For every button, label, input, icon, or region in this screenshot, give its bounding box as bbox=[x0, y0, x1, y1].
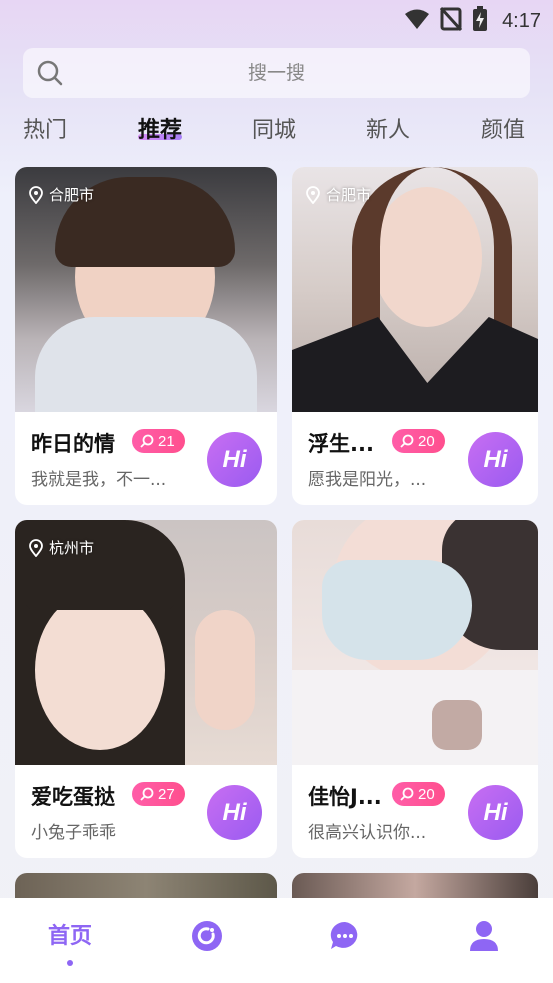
intimacy-badge: 20 bbox=[392, 782, 445, 806]
search-input[interactable] bbox=[126, 62, 427, 84]
user-name: 浮生... bbox=[308, 432, 374, 456]
location-tag: 合肥市 bbox=[306, 184, 371, 205]
nav-moments[interactable] bbox=[167, 920, 247, 956]
say-hi-button[interactable]: Hi bbox=[468, 785, 523, 840]
search-heart-icon bbox=[400, 434, 414, 448]
tab-same-city[interactable]: 同城 bbox=[252, 112, 296, 144]
nav-home[interactable]: 首页 bbox=[30, 918, 110, 966]
location-text: 合肥市 bbox=[326, 186, 372, 204]
user-name: 佳怡J... bbox=[308, 785, 382, 809]
search-icon bbox=[37, 60, 63, 86]
active-indicator bbox=[67, 960, 73, 966]
user-bio: 我就是我，不一... bbox=[31, 470, 167, 490]
intimacy-badge: 27 bbox=[132, 782, 185, 806]
search-heart-icon bbox=[140, 787, 154, 801]
status-time: 4:17 bbox=[502, 9, 541, 32]
badge-count: 21 bbox=[158, 432, 175, 450]
moments-icon bbox=[192, 921, 222, 951]
search-bar[interactable] bbox=[23, 48, 530, 98]
signal-off-icon bbox=[439, 6, 463, 35]
tab-looks[interactable]: 颜值 bbox=[481, 112, 525, 144]
nav-profile[interactable] bbox=[444, 920, 524, 956]
tab-label: 推荐 bbox=[138, 118, 183, 143]
intimacy-badge: 20 bbox=[392, 429, 445, 453]
badge-count: 27 bbox=[158, 785, 175, 803]
tab-newcomers[interactable]: 新人 bbox=[366, 112, 410, 144]
say-hi-button[interactable]: Hi bbox=[468, 432, 523, 487]
wifi-icon bbox=[404, 8, 430, 34]
say-hi-button[interactable]: Hi bbox=[207, 785, 262, 840]
tab-label: 热门 bbox=[23, 118, 68, 143]
location-pin-icon bbox=[29, 185, 43, 204]
user-card[interactable]: 佳怡J... 20 很高兴认识你... Hi bbox=[292, 520, 538, 858]
category-tabs: 热门 推荐 同城 新人 颜值 bbox=[0, 112, 553, 152]
tab-label: 新人 bbox=[366, 118, 411, 143]
badge-count: 20 bbox=[418, 432, 435, 450]
intimacy-badge: 21 bbox=[132, 429, 185, 453]
location-text: 杭州市 bbox=[49, 539, 95, 557]
location-pin-icon bbox=[29, 538, 43, 557]
user-name: 爱吃蛋挞 bbox=[31, 785, 115, 809]
user-card[interactable]: 杭州市 爱吃蛋挞 27 小兔子乖乖 Hi bbox=[15, 520, 277, 858]
battery-charging-icon bbox=[472, 6, 488, 36]
say-hi-button[interactable]: Hi bbox=[207, 432, 262, 487]
user-name: 昨日的情 bbox=[31, 432, 115, 456]
chat-bubble-icon bbox=[330, 921, 358, 949]
user-card[interactable]: 合肥市 浮生... 20 愿我是阳光，... Hi bbox=[292, 167, 538, 505]
tab-hot[interactable]: 热门 bbox=[23, 112, 67, 144]
location-text: 合肥市 bbox=[49, 186, 95, 204]
profile-photo bbox=[292, 520, 538, 765]
search-heart-icon bbox=[400, 787, 414, 801]
user-card[interactable]: 合肥市 昨日的情 21 我就是我，不一... Hi bbox=[15, 167, 277, 505]
user-bio: 很高兴认识你... bbox=[308, 823, 427, 843]
bottom-navigation: 首页 bbox=[0, 898, 553, 983]
location-tag: 杭州市 bbox=[29, 537, 94, 558]
user-bio: 愿我是阳光，... bbox=[308, 470, 427, 490]
nav-messages[interactable] bbox=[305, 920, 385, 956]
profile-icon bbox=[470, 921, 498, 951]
badge-count: 20 bbox=[418, 785, 435, 803]
nav-home-label: 首页 bbox=[47, 924, 92, 949]
user-bio: 小兔子乖乖 bbox=[31, 823, 116, 843]
tab-recommend[interactable]: 推荐 bbox=[138, 112, 183, 144]
tab-label: 同城 bbox=[252, 118, 297, 143]
tab-label: 颜值 bbox=[481, 118, 526, 143]
search-heart-icon bbox=[140, 434, 154, 448]
location-pin-icon bbox=[306, 185, 320, 204]
location-tag: 合肥市 bbox=[29, 184, 94, 205]
status-icons: 4:17 bbox=[404, 6, 541, 36]
status-bar: 4:17 bbox=[0, 0, 553, 38]
